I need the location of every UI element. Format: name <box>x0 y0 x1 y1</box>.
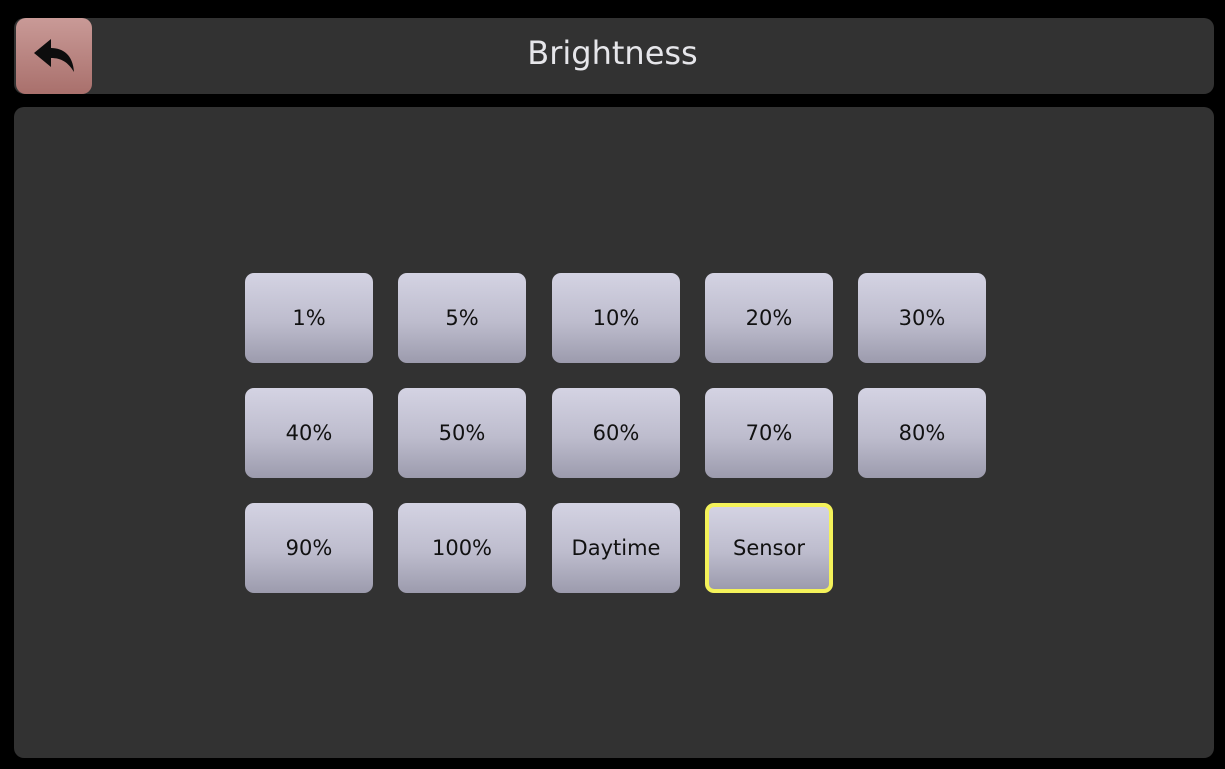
brightness-50-button[interactable]: 50% <box>398 388 526 478</box>
back-arrow-icon <box>32 36 76 76</box>
brightness-70-button[interactable]: 70% <box>705 388 833 478</box>
daytime-button[interactable]: Daytime <box>552 503 680 593</box>
brightness-100-button[interactable]: 100% <box>398 503 526 593</box>
brightness-20-button[interactable]: 20% <box>705 273 833 363</box>
brightness-5-button[interactable]: 5% <box>398 273 526 363</box>
back-button[interactable] <box>16 18 92 94</box>
brightness-30-button[interactable]: 30% <box>858 273 986 363</box>
brightness-90-button[interactable]: 90% <box>245 503 373 593</box>
header-bar <box>14 18 1214 94</box>
brightness-80-button[interactable]: 80% <box>858 388 986 478</box>
brightness-10-button[interactable]: 10% <box>552 273 680 363</box>
brightness-60-button[interactable]: 60% <box>552 388 680 478</box>
brightness-screen: Brightness 1% 5% 10% 20% 30% 40% 50% 60%… <box>0 0 1225 769</box>
brightness-1-button[interactable]: 1% <box>245 273 373 363</box>
brightness-40-button[interactable]: 40% <box>245 388 373 478</box>
sensor-button[interactable]: Sensor <box>705 503 833 593</box>
